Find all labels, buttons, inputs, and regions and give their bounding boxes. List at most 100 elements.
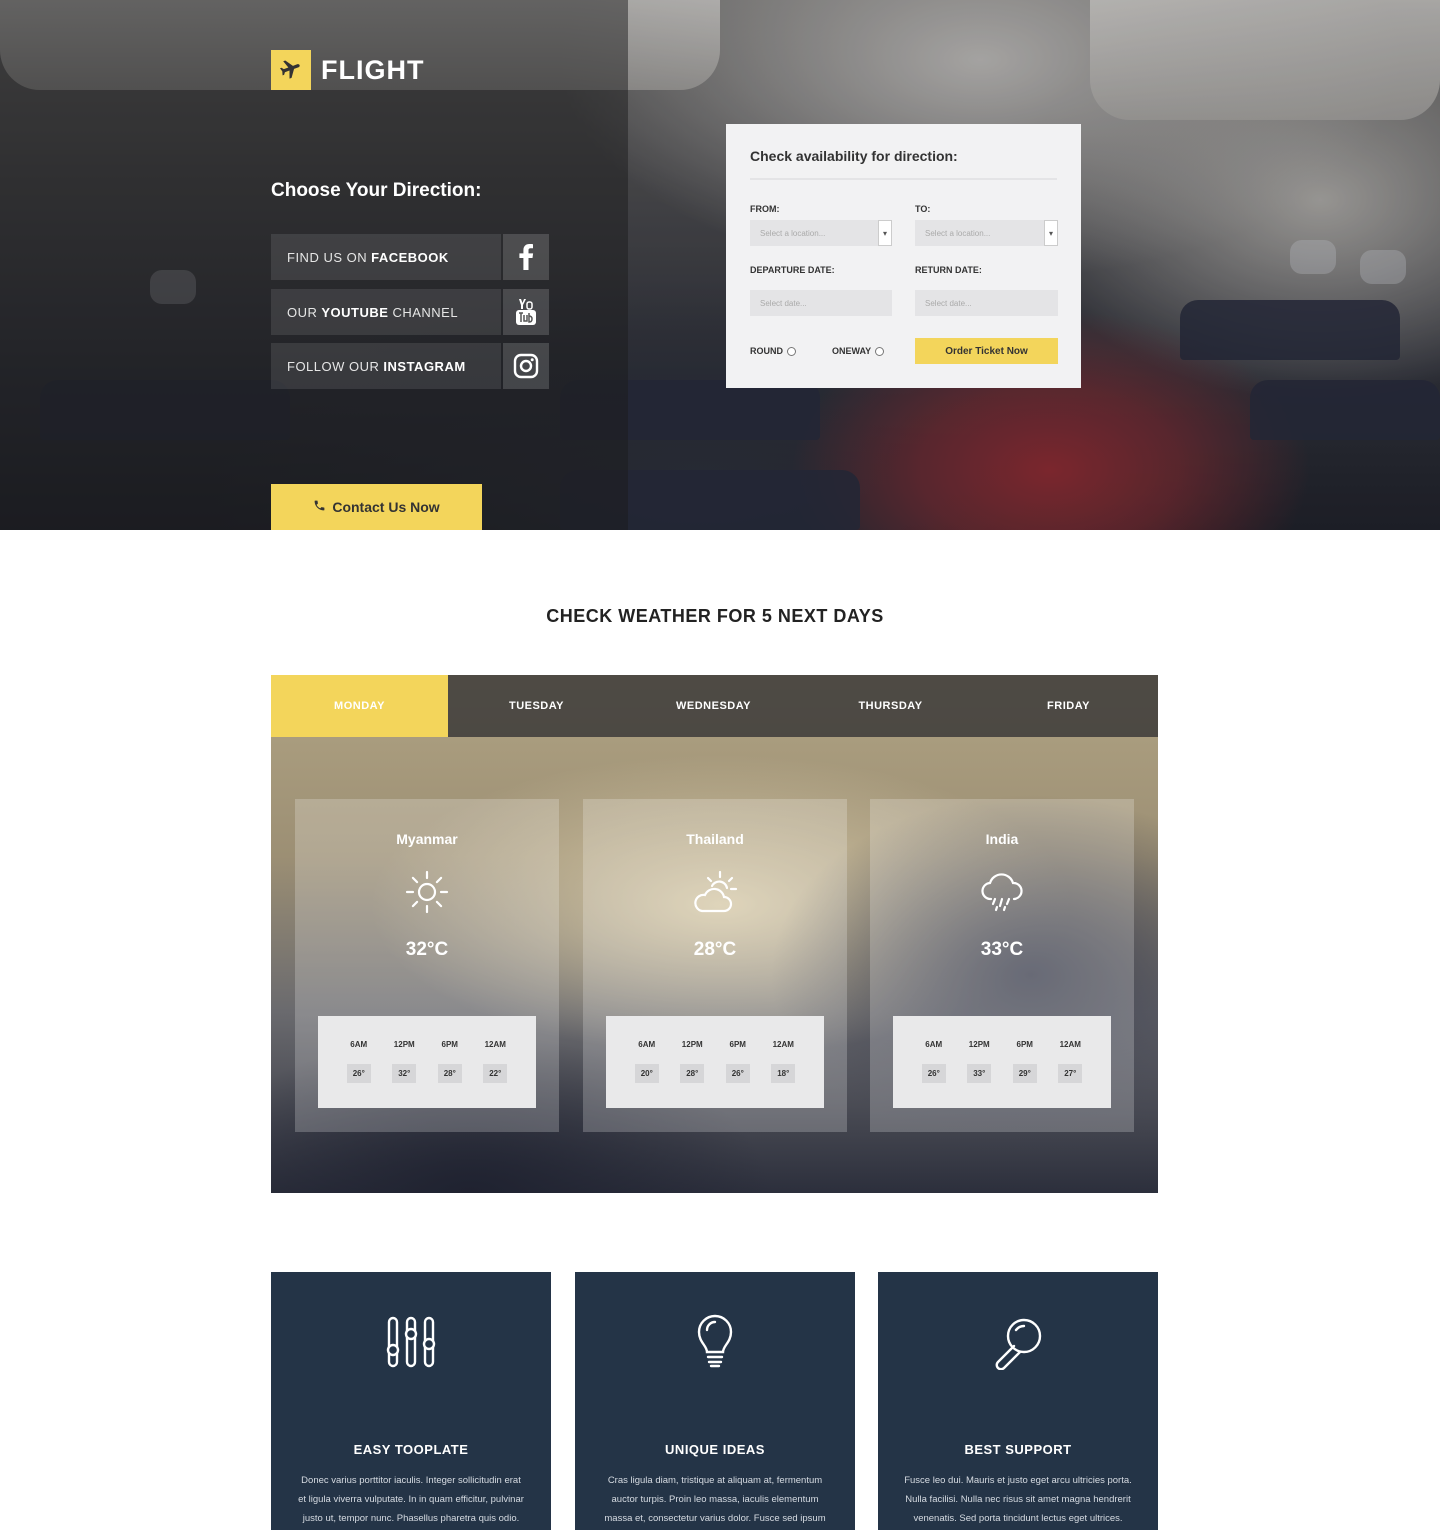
booking-panel: Check availability for direction: FROM: … — [726, 124, 1081, 388]
weather-temperature: 28°C — [693, 939, 737, 960]
hour-temp: 26° — [921, 1064, 946, 1083]
rain-cloud-icon — [870, 865, 1134, 919]
feature-card: UNIQUE IDEAS Cras ligula diam, tristique… — [575, 1272, 855, 1530]
to-select-placeholder: Select a location... — [925, 228, 991, 238]
youtube-link-prefix: OUR — [287, 304, 318, 320]
weather-temperature: 33°C — [980, 939, 1024, 960]
to-label: TO: — [915, 204, 931, 214]
facebook-link-prefix: FIND US ON — [287, 249, 368, 265]
search-icon — [878, 1312, 1158, 1372]
hour-label: 12AM — [772, 1040, 794, 1049]
hour-temp: 28° — [437, 1064, 462, 1083]
hour-temp: 26° — [346, 1064, 371, 1083]
brand-logo[interactable]: FLIGHT — [271, 50, 424, 90]
hour-temp: 28° — [680, 1064, 705, 1083]
hour-label: 12PM — [681, 1040, 703, 1049]
facebook-icon — [503, 234, 549, 280]
feature-text: Donec varius porttitor iaculis. Integer … — [298, 1475, 524, 1524]
oneway-label: ONEWAY — [832, 346, 872, 356]
hour-temp: 29° — [1012, 1064, 1037, 1083]
round-trip-label: ROUND — [750, 346, 783, 356]
instagram-link[interactable]: FOLLOW OUR INSTAGRAM — [271, 343, 549, 389]
hour-label: 6PM — [441, 1040, 458, 1049]
youtube-link-bold: YOUTUBE — [321, 304, 389, 320]
oneway-radio[interactable]: ONEWAY — [832, 346, 885, 356]
feature-card: EASY TOOPLATE Donec varius porttitor iac… — [271, 1272, 551, 1530]
youtube-link[interactable]: OUR YOUTUBE CHANNEL — [271, 289, 549, 335]
weather-country: Myanmar — [396, 831, 458, 847]
sliders-icon — [271, 1312, 551, 1372]
hour-temp: 32° — [392, 1064, 417, 1083]
departure-date-input[interactable]: Select date... — [750, 290, 892, 316]
feature-text: Fusce leo dui. Mauris et justo eget arcu… — [904, 1475, 1132, 1524]
hour-label: 6PM — [729, 1040, 746, 1049]
hour-label: 6PM — [1016, 1040, 1033, 1049]
departure-date-placeholder: Select date... — [760, 298, 807, 308]
tab-thursday[interactable]: THURSDAY — [802, 675, 979, 737]
radio-circle-icon — [875, 346, 885, 356]
hour-temp: 22° — [483, 1064, 508, 1083]
lightbulb-icon — [575, 1312, 855, 1372]
weather-card: Thailand 28°C 6AM 12PM 6PM 12AM 20° 28° … — [583, 799, 847, 1132]
contact-us-button[interactable]: Contact Us Now — [271, 484, 482, 530]
feature-text: Cras ligula diam, tristique at aliquam a… — [604, 1475, 826, 1524]
feature-card: BEST SUPPORT Fusce leo dui. Mauris et ju… — [878, 1272, 1158, 1530]
from-select-placeholder: Select a location... — [760, 228, 826, 238]
contact-us-label: Contact Us Now — [332, 499, 440, 515]
tab-friday[interactable]: FRIDAY — [979, 675, 1158, 737]
booking-title: Check availability for direction: — [750, 148, 1057, 180]
hour-temp: 26° — [725, 1064, 750, 1083]
hourly-forecast: 6AM 12PM 6PM 12AM 20° 28° 26° 18° — [606, 1016, 824, 1108]
facebook-link-label: FIND US ON FACEBOOK — [271, 234, 501, 280]
hour-label: 12AM — [484, 1040, 506, 1049]
departure-date-label: DEPARTURE DATE: — [750, 265, 835, 275]
return-date-label: RETURN DATE: — [915, 265, 982, 275]
instagram-link-bold: INSTAGRAM — [383, 358, 466, 374]
weather-temperature: 32°C — [405, 939, 449, 960]
instagram-link-label: FOLLOW OUR INSTAGRAM — [271, 343, 501, 389]
tab-wednesday[interactable]: WEDNESDAY — [625, 675, 802, 737]
hour-temp: 18° — [771, 1064, 796, 1083]
tab-tuesday[interactable]: TUESDAY — [448, 675, 625, 737]
plane-icon — [271, 50, 311, 90]
hour-temp: 20° — [634, 1064, 659, 1083]
chevron-down-icon: ▾ — [878, 220, 892, 246]
youtube-link-label: OUR YOUTUBE CHANNEL — [271, 289, 501, 335]
to-select[interactable]: Select a location... ▾ — [915, 220, 1058, 246]
weather-panel: MONDAY TUESDAY WEDNESDAY THURSDAY FRIDAY… — [271, 675, 1158, 1193]
hour-label: 6AM — [350, 1040, 368, 1049]
phone-icon — [313, 499, 326, 515]
hourly-forecast: 6AM 12PM 6PM 12AM 26° 33° 29° 27° — [893, 1016, 1111, 1108]
round-trip-radio[interactable]: ROUND — [750, 346, 796, 356]
weather-section-title: CHECK WEATHER FOR 5 NEXT DAYS — [546, 606, 884, 626]
facebook-link-bold: FACEBOOK — [371, 249, 449, 265]
return-date-input[interactable]: Select date... — [915, 290, 1058, 316]
return-date-placeholder: Select date... — [925, 298, 972, 308]
feature-title: EASY TOOPLATE — [353, 1442, 469, 1457]
hour-label: 12AM — [1059, 1040, 1081, 1049]
instagram-icon — [503, 343, 549, 389]
feature-title: BEST SUPPORT — [964, 1442, 1072, 1457]
brand-name: FLIGHT — [321, 54, 425, 85]
order-ticket-button[interactable]: Order Ticket Now — [915, 338, 1058, 364]
feature-title: UNIQUE IDEAS — [665, 1442, 765, 1457]
weather-card: India 33°C 6AM 12PM 6PM 12AM 26° 33° 29°… — [870, 799, 1134, 1132]
youtube-link-suffix: CHANNEL — [392, 304, 459, 320]
youtube-icon — [503, 289, 549, 335]
weather-country: Thailand — [686, 831, 744, 847]
radio-circle-icon — [787, 346, 796, 356]
weather-country: India — [985, 831, 1019, 847]
from-select[interactable]: Select a location... ▾ — [750, 220, 892, 246]
instagram-link-prefix: FOLLOW OUR — [287, 358, 380, 374]
partly-cloudy-icon — [583, 865, 847, 919]
chevron-down-icon: ▾ — [1044, 220, 1058, 246]
hour-label: 12PM — [393, 1040, 415, 1049]
facebook-link[interactable]: FIND US ON FACEBOOK — [271, 234, 549, 280]
hero-section: FLIGHT Choose Your Direction: FIND US ON… — [0, 0, 1440, 530]
hourly-forecast: 6AM 12PM 6PM 12AM 26° 32° 28° 22° — [318, 1016, 536, 1108]
hour-label: 12PM — [968, 1040, 990, 1049]
tab-monday[interactable]: MONDAY — [271, 675, 448, 737]
hour-temp: 33° — [967, 1064, 992, 1083]
hour-label: 6AM — [638, 1040, 656, 1049]
hour-temp: 27° — [1058, 1064, 1083, 1083]
